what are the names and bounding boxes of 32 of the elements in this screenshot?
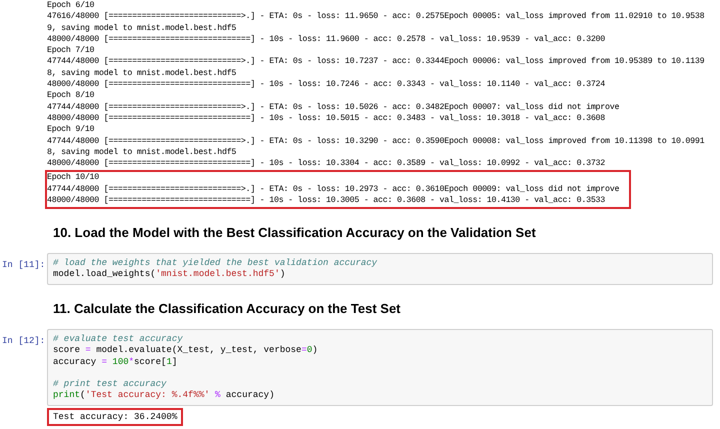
output-line: 47616/48000 [============================>.] - ETA: 0s - loss: 11.9650 - acc: 0.2575Epoch 00005: val_loss improved from 11.02910 to 10.9538	[47, 11, 704, 23]
section-heading: 11. Calculate the Classification Accuracy on the Test Set	[53, 300, 401, 318]
cell-prompt: In [12]:	[2, 334, 46, 348]
output-line: 47744/48000 [============================>.] - ETA: 0s - loss: 10.5026 - acc: 0.3482Epoch 00007: val_loss did not improve	[47, 102, 620, 113]
cell-output: Test accuracy: 36.2400%	[47, 408, 184, 426]
output-line: 48000/48000 [==============================] - 10s - loss: 10.3005 - acc: 0.3608 - val_loss: 10.4130 - val_acc: 0.3533	[47, 195, 606, 206]
code-cell[interactable]: # load the weights that yielded the best validation accuracy model.load_weights('mnist.model.best.hdf5')	[47, 252, 713, 286]
code-cell[interactable]: # evaluate test accuracy score = model.evaluate(X_test, y_test, verbose=0) accuracy = 100*score[1] # print test accuracy print('Test accuracy: %.4f%%' % accuracy)	[47, 328, 713, 406]
section-heading: 10. Load the Model with the Best Classification Accuracy on the Validation Set	[53, 224, 536, 242]
output-line: 48000/48000 [==============================] - 10s - loss: 10.7246 - acc: 0.3343 - val_loss: 10.1140 - val_acc: 0.3724	[47, 79, 606, 90]
output-line: 47744/48000 [============================>.] - ETA: 0s - loss: 10.7237 - acc: 0.3344Epoch 00006: val_loss improved from 10.95389 to 10.1139	[47, 56, 704, 68]
code-comment: # evaluate test accuracy	[53, 334, 183, 346]
output-line: 48000/48000 [==============================] - 10s - loss: 11.9600 - acc: 0.2578 - val_loss: 10.9539 - val_acc: 0.3200	[47, 34, 606, 46]
output-line: 9, saving model to mnist.model.best.hdf5	[47, 22, 236, 34]
output-line: Epoch 9/10	[47, 124, 94, 136]
output-line: Epoch 10/10	[47, 172, 100, 184]
code-line: print('Test accuracy: %.4f%%' % accuracy)	[53, 390, 274, 402]
output-line: 47744/48000 [============================>.] - ETA: 0s - loss: 10.2973 - acc: 0.3610Epoch 00009: val_loss did not improve	[47, 184, 620, 196]
output-line: Epoch 6/10	[47, 0, 94, 12]
code-comment: # load the weights that yielded the best validation accuracy	[53, 258, 378, 270]
output-line: 48000/48000 [==============================] - 10s - loss: 10.3304 - acc: 0.3589 - val_loss: 10.0992 - val_acc: 0.3732	[47, 158, 606, 170]
code-line: accuracy = 100*score[1]	[53, 356, 178, 368]
output-line: 8, saving model to mnist.model.best.hdf5	[47, 68, 236, 80]
output-line: 48000/48000 [==============================] - 10s - loss: 10.5015 - acc: 0.3483 - val_loss: 10.3018 - val_acc: 0.3608	[47, 112, 606, 124]
code-line: model.load_weights('mnist.model.best.hdf5')	[53, 269, 286, 280]
output-line: 8, saving model to mnist.model.best.hdf5	[47, 146, 236, 158]
output-line: Epoch 7/10	[47, 45, 94, 56]
output-line: Epoch 8/10	[47, 90, 94, 102]
cell-prompt: In [11]:	[2, 258, 46, 272]
code-line: score = model.evaluate(X_test, y_test, verbose=0)	[53, 345, 318, 357]
output-line: 47744/48000 [============================>.] - ETA: 0s - loss: 10.3290 - acc: 0.3590Epoch 00008: val_loss improved from 10.11398 to 10.0991	[47, 136, 704, 147]
code-comment: # print test accuracy	[53, 378, 166, 390]
